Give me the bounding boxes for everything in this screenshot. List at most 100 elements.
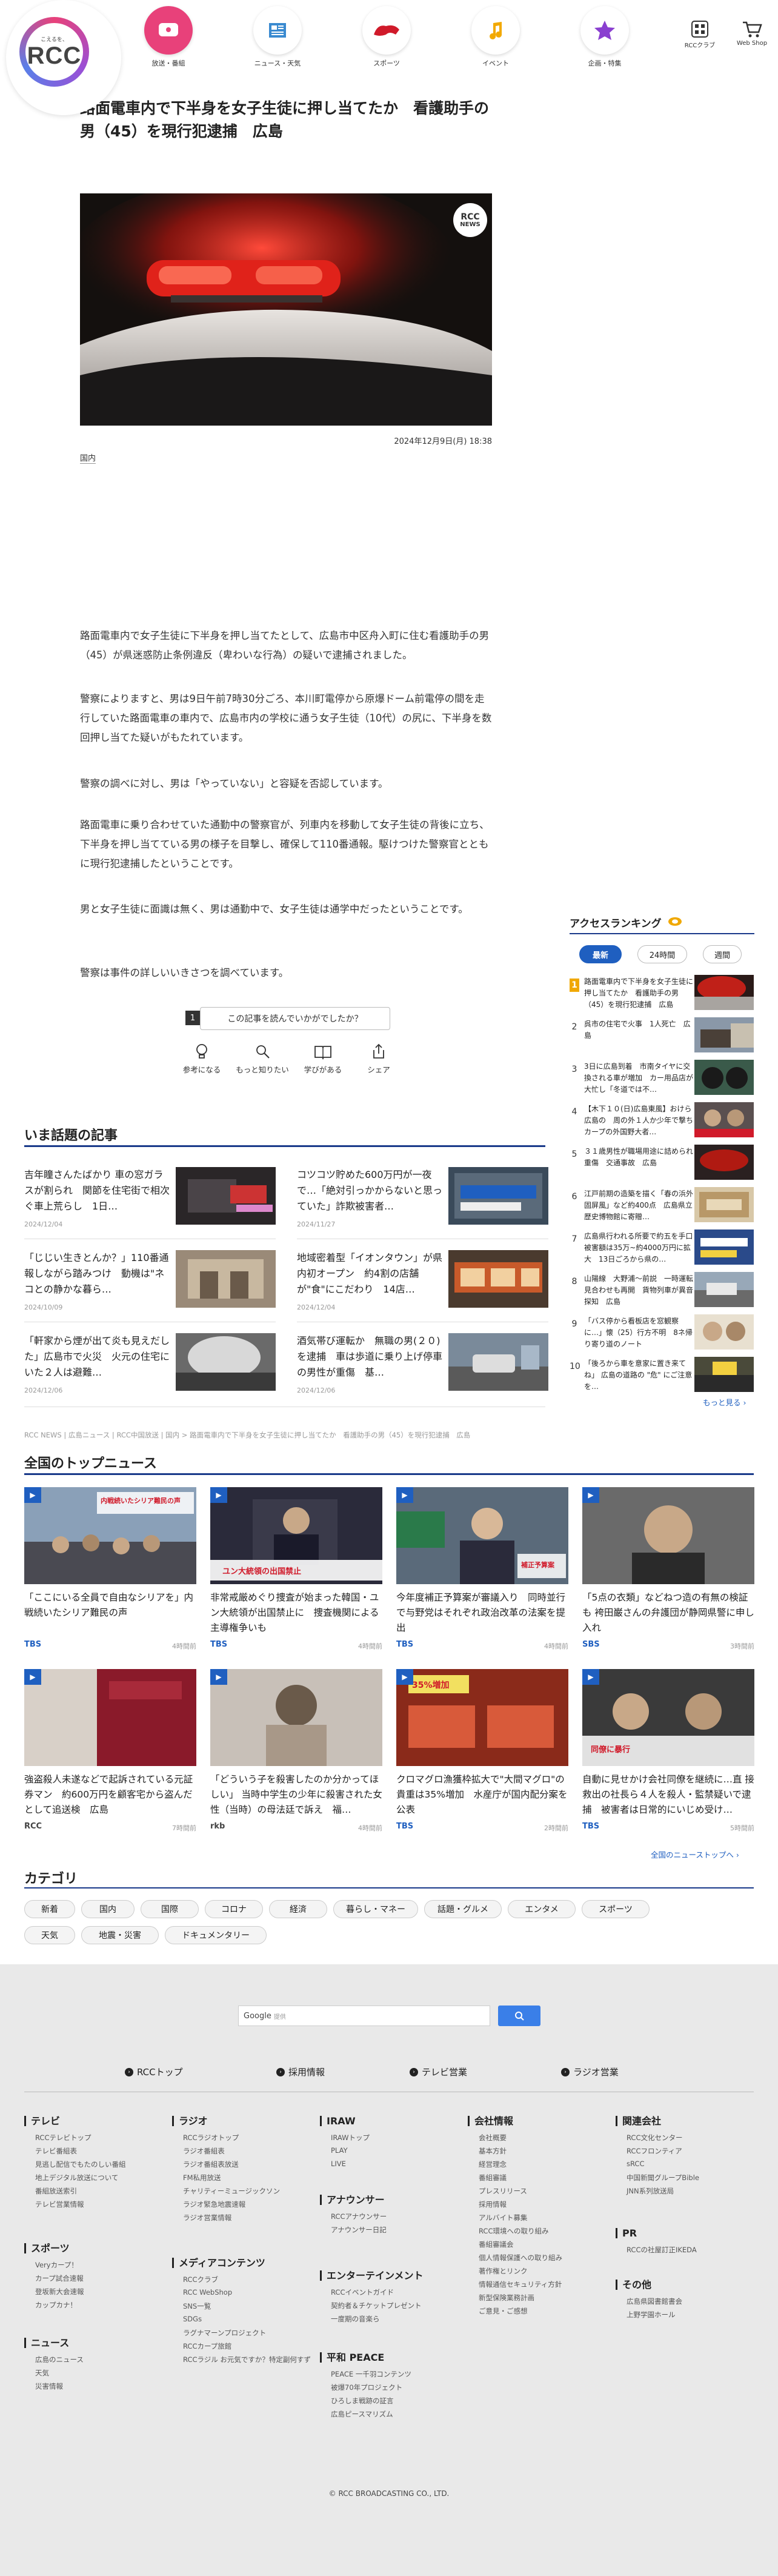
category-chip[interactable]: 話題・グルメ (424, 1900, 502, 1918)
footer-link[interactable]: ご意見・ご感想 (479, 2306, 528, 2316)
site-logo[interactable]: こえるを、 RCC (6, 0, 121, 115)
footer-link[interactable]: 番組放送索引 (35, 2186, 77, 2196)
footer-link[interactable]: 登坂新大会速報 (35, 2287, 84, 2297)
ranking-item[interactable]: 3 3日に広島到着 市南タイヤに交換される車が増加 カー用品店が大忙し「冬道では… (570, 1059, 754, 1099)
category-chip[interactable]: ドキュメンタリー (165, 1926, 267, 1944)
footer-column-heading[interactable]: PR (616, 2228, 637, 2238)
category-chip[interactable]: 経済 (269, 1900, 327, 1918)
footer-link[interactable]: RCC WebShop (183, 2288, 232, 2297)
national-news-card[interactable]: ▶ 「どういう子を殺害したのか分かってほしい」 当時中学生の少年に殺害された女性… (210, 1669, 382, 1832)
footer-column-heading[interactable]: 平和 PEACE (320, 2352, 384, 2363)
footer-link[interactable]: 災害情報 (35, 2381, 63, 2391)
footer-column-heading[interactable]: スポーツ (24, 2243, 70, 2253)
nav-broadcast[interactable]: 放送・番組 (138, 6, 199, 68)
footer-recruit-link[interactable]: › 採用情報 (276, 2066, 325, 2078)
ranking-item[interactable]: 7 広島県行われる所要で約五を手口 被害額は35万~約4000万円に拡大 13日… (570, 1228, 754, 1268)
footer-link[interactable]: RCCカープ旅館 (183, 2341, 231, 2351)
footer-link[interactable]: テレビ番組表 (35, 2146, 77, 2156)
footer-link[interactable]: JNN系列放送局 (627, 2186, 674, 2196)
footer-link[interactable]: 著作権とリンク (479, 2266, 528, 2276)
footer-column-heading[interactable]: 会社情報 (468, 2116, 513, 2126)
footer-link[interactable]: Veryカープ！ (35, 2260, 78, 2270)
footer-column-heading[interactable]: IRAW (320, 2116, 356, 2126)
footer-column-heading[interactable]: 関連会社 (616, 2116, 661, 2126)
footer-column-heading[interactable]: その他 (616, 2280, 651, 2290)
footer-link[interactable]: FM私用放送 (183, 2173, 221, 2183)
footer-link[interactable]: ラグナマーンプロジェクト (183, 2328, 266, 2338)
nav-sports[interactable]: スポーツ (356, 6, 417, 68)
category-chip[interactable]: 天気 (24, 1926, 75, 1944)
footer-link[interactable]: 新型保険業務計画 (479, 2293, 534, 2303)
footer-column-heading[interactable]: アナウンサー (320, 2195, 385, 2205)
footer-link[interactable]: 上野学園ホール (627, 2310, 676, 2320)
footer-column-heading[interactable]: メディアコンテンツ (172, 2258, 265, 2268)
footer-link[interactable]: ラジオ営業情報 (183, 2213, 231, 2223)
footer-link[interactable]: ラジオ緊急地震速報 (183, 2200, 245, 2209)
national-news-card[interactable]: 内戦続いたシリア難民の声 ▶ 「ここにいる全員で自由なシリアを」内戦続いたシリア難… (24, 1487, 196, 1650)
ranking-item[interactable]: 10 「後ろから車を意家に置き来てね」 広島の道路の "危" にご注意を… (570, 1356, 754, 1396)
footer-link[interactable]: RCCアナウンサー (331, 2212, 387, 2221)
footer-link[interactable]: 個人情報保護への取り組み (479, 2253, 562, 2263)
search-button[interactable] (498, 2006, 540, 2026)
ranking-tab-24h[interactable]: 24時間 (637, 945, 687, 963)
footer-link[interactable]: RCCイベントガイド (331, 2287, 394, 2297)
feedback-helpful-button[interactable]: 参考になる (168, 1043, 235, 1075)
rcc-club-link[interactable]: RCCクラブ (679, 18, 721, 49)
national-news-card[interactable]: ▶ 「5点の衣類」などねつ造の有無の検証も 袴田巌さんの弁護団が静岡県警に申し入… (582, 1487, 754, 1650)
category-chip[interactable]: 地震・災害 (81, 1926, 159, 1944)
footer-link[interactable]: 地上デジタル放送について (35, 2173, 118, 2183)
footer-link[interactable]: RCCラジオトップ (183, 2133, 239, 2143)
ranking-more-link[interactable]: もっと見る › (703, 1396, 746, 1408)
national-news-more-link[interactable]: 全国のニューストップへ › (651, 1848, 739, 1860)
footer-link[interactable]: カープ試合速報 (35, 2273, 84, 2283)
footer-column-heading[interactable]: ニュース (24, 2338, 69, 2348)
footer-link[interactable]: 契約者＆チケットプレゼント (331, 2301, 422, 2310)
footer-link[interactable]: 天気 (35, 2368, 49, 2378)
footer-link[interactable]: 被爆70年プロジェクト (331, 2383, 402, 2392)
national-news-card[interactable]: ユン大統領の出国禁止 ▶ 非常戒厳めぐり捜査が始まった韓国・ユン大統領が出国禁止に… (210, 1487, 382, 1650)
footer-link[interactable]: アルバイト募集 (479, 2213, 527, 2223)
category-chip[interactable]: コロナ (205, 1900, 263, 1918)
footer-link[interactable]: RCC環境への取り組み (479, 2226, 548, 2236)
footer-link[interactable]: RCC文化センター (627, 2133, 682, 2143)
trending-item[interactable]: 「じじい生きとんか？」110番通報しながら踏みつけ 動機は"ネコとの静かな暮ら…… (24, 1250, 291, 1323)
ranking-item[interactable]: 9 「バス停から看板店を窓観察に…」懐（25）行方不明 8ネ帰り寄り道のノート (570, 1313, 754, 1353)
footer-link[interactable]: IRAWトップ (331, 2133, 370, 2143)
national-news-card[interactable]: 補正予算案 ▶ 今年度補正予算案が審議入り 同時並行で与野党はそれぞれ政治改革の法… (396, 1487, 568, 1650)
ranking-item[interactable]: 1 路面電車内で下半身を女子生徒に押し当てたか 看護助手の男（45）を現行犯逮捕… (570, 974, 754, 1014)
trending-item[interactable]: 酒気帯び運転か 無職の男(２０)を逮捕 車は歩道に乗り上げ停車の男性が重傷 基…… (297, 1333, 564, 1406)
ranking-item[interactable]: 6 江戸前期の造築を描く「春の浜外固屏風」など約400点 広島県立歴史博物館に寄… (570, 1186, 754, 1226)
footer-link[interactable]: 広島ピースマリズム (331, 2409, 393, 2419)
footer-link[interactable]: 一度期の音楽ら (331, 2314, 380, 2324)
footer-link[interactable]: 基本方針 (479, 2146, 507, 2156)
footer-column-heading[interactable]: テレビ (24, 2116, 60, 2126)
footer-link[interactable]: LIVE (331, 2159, 346, 2168)
footer-radio-sales-link[interactable]: › ラジオ営業 (561, 2066, 619, 2078)
breadcrumb[interactable]: RCC NEWS | 広島ニュース | RCC中国放送 | 国内 > 路面電車内… (24, 1430, 470, 1440)
footer-link[interactable]: 中国新聞グループBible (627, 2173, 699, 2183)
footer-link[interactable]: 広島のニュース (35, 2355, 84, 2364)
footer-link[interactable]: RCCクラブ (183, 2275, 218, 2284)
footer-link[interactable]: RCCフロンティア (627, 2146, 682, 2156)
footer-link[interactable]: 会社概要 (479, 2133, 507, 2143)
footer-rcc-top-link[interactable]: › RCCトップ (125, 2066, 183, 2078)
site-search-input[interactable]: Google 提供 (238, 2006, 490, 2026)
footer-link[interactable]: RCCテレビトップ (35, 2133, 91, 2143)
trending-item[interactable]: 地域密着型「イオンタウン」が県内初オープン 約4割の店舗が"食"にこだわり 14… (297, 1250, 564, 1323)
footer-link[interactable]: アナウンサー日記 (331, 2225, 387, 2235)
national-news-card[interactable]: 同僚に暴行 ▶ 自動に見せかけ会社同僚を継続に…直 接救出の社長ら４人を殺人・監禁… (582, 1669, 754, 1832)
footer-link[interactable]: カップカナ！ (35, 2300, 77, 2310)
footer-link[interactable]: テレビ営業情報 (35, 2200, 84, 2209)
category-chip[interactable]: 暮らし・マネー (333, 1900, 418, 1918)
footer-column-heading[interactable]: ラジオ (172, 2116, 208, 2126)
footer-link[interactable]: sRCC (627, 2159, 644, 2168)
feedback-prompt-button[interactable]: この記事を読んでいかがでしたか？ (200, 1007, 390, 1030)
footer-link[interactable]: PEACE 一千羽コンテンツ (331, 2369, 411, 2379)
footer-link[interactable]: ラジオ番組表放送 (183, 2159, 239, 2169)
footer-link[interactable]: 見逃し配信でもたのしい番組 (35, 2159, 126, 2169)
share-button[interactable]: シェア (345, 1043, 412, 1075)
footer-link[interactable]: SNS一覧 (183, 2301, 211, 2311)
category-chip[interactable]: 新着 (24, 1900, 75, 1918)
footer-link[interactable]: SDGs (183, 2315, 202, 2323)
footer-tv-sales-link[interactable]: › テレビ営業 (410, 2066, 467, 2078)
